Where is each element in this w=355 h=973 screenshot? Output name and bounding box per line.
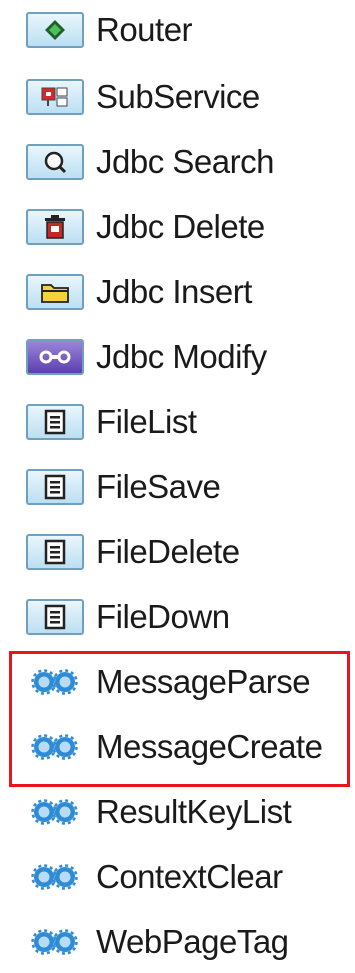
palette-item-label: FileDelete (96, 533, 240, 570)
palette-item-label: WebPageTag (96, 923, 289, 960)
highlight-box (9, 651, 350, 787)
palette-item-filedelete[interactable]: FileDelete (26, 527, 240, 577)
palette-item-label: ResultKeyList (96, 793, 292, 830)
file-icon (26, 599, 84, 635)
search-icon (26, 144, 84, 180)
palette-item-label: Router (96, 11, 193, 48)
file-icon (26, 469, 84, 505)
palette-item-resultkeylist[interactable]: ResultKeyList (26, 787, 292, 837)
palette-item-label: Jdbc Modify (96, 338, 267, 375)
palette-item-label: FileList (96, 403, 197, 440)
trash-icon (26, 209, 84, 245)
folder-icon (26, 274, 84, 310)
palette-item-filesave[interactable]: FileSave (26, 462, 221, 512)
file-icon (26, 534, 84, 570)
palette-item-label: ContextClear (96, 858, 283, 895)
palette-item-filelist[interactable]: FileList (26, 397, 197, 447)
gear-icon (26, 794, 84, 830)
router-icon (26, 12, 84, 48)
palette-item-subservice[interactable]: SubService (26, 72, 260, 122)
palette-item-label: Jdbc Search (96, 143, 274, 180)
palette-item-contextclear[interactable]: ContextClear (26, 852, 283, 902)
palette-item-label: Jdbc Insert (96, 273, 252, 310)
gear-icon (26, 859, 84, 895)
palette-item-filedown[interactable]: FileDown (26, 592, 230, 642)
palette-item-router[interactable]: Router (26, 5, 193, 55)
palette-item-jdbc-delete[interactable]: Jdbc Delete (26, 202, 265, 252)
palette-item-label: SubService (96, 78, 260, 115)
modify-icon (26, 339, 84, 375)
palette-item-jdbc-insert[interactable]: Jdbc Insert (26, 267, 252, 317)
file-icon (26, 404, 84, 440)
palette-item-webpagetag[interactable]: WebPageTag (26, 917, 289, 967)
component-palette: Router SubService Jdbc Search Jdbc Delet… (0, 0, 355, 973)
gear-icon (26, 924, 84, 960)
palette-item-label: FileDown (96, 598, 230, 635)
palette-item-label: FileSave (96, 468, 221, 505)
palette-item-label: Jdbc Delete (96, 208, 265, 245)
subservice-icon (26, 79, 84, 115)
palette-item-jdbc-search[interactable]: Jdbc Search (26, 137, 274, 187)
palette-item-jdbc-modify[interactable]: Jdbc Modify (26, 332, 267, 382)
